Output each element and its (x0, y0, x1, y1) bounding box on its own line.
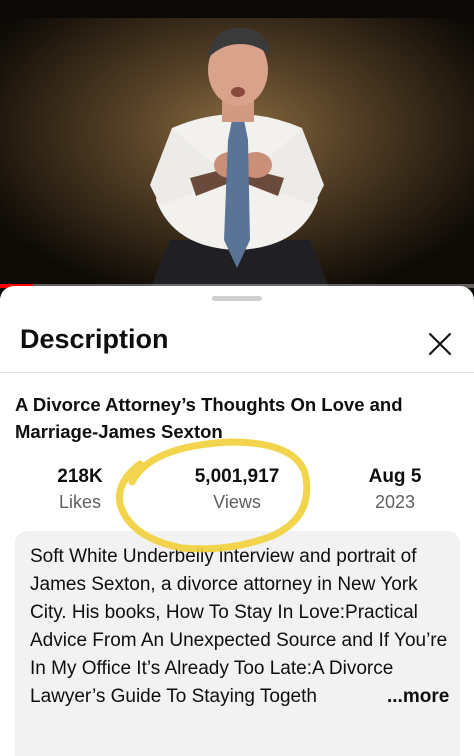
views-label: Views (213, 492, 261, 512)
likes-stat: 218K Likes (40, 464, 120, 514)
more-button[interactable]: ...more (351, 683, 450, 711)
likes-count: 218K (57, 466, 103, 487)
publish-year: 2023 (374, 492, 416, 512)
video-frame (0, 0, 474, 290)
video-title: A Divorce Attorney’s Thoughts On Love an… (15, 394, 403, 442)
drag-handle[interactable] (212, 296, 262, 301)
views-count: 5,001,917 (194, 466, 280, 487)
close-icon (429, 333, 451, 355)
sheet-header: Description (0, 314, 474, 372)
sheet-title: Description (20, 324, 169, 354)
video-stats: 218K Likes 5,001,917 Views Aug 5 2023 (0, 464, 474, 524)
description-sheet: Description A Divorce Attorney’s Thought… (0, 286, 474, 756)
likes-label: Likes (58, 492, 102, 512)
description-box[interactable]: Soft White Underbelly interview and port… (15, 531, 460, 756)
header-divider (0, 372, 474, 373)
publish-date-stat: Aug 5 2023 (355, 464, 435, 514)
publish-date: Aug 5 (368, 466, 422, 487)
views-stat: 5,001,917 Views (176, 464, 298, 514)
close-button[interactable] (420, 324, 460, 364)
video-player[interactable] (0, 0, 474, 290)
